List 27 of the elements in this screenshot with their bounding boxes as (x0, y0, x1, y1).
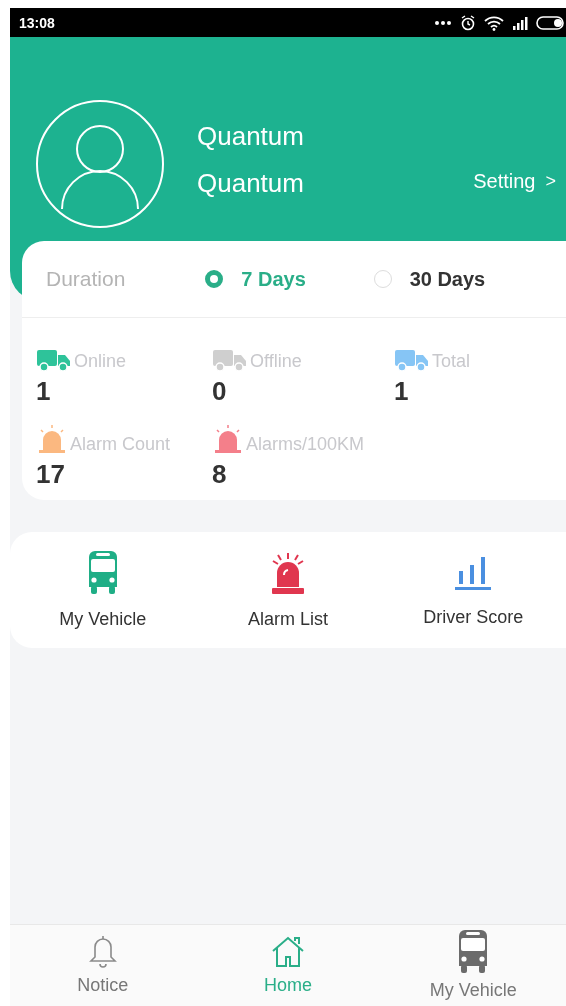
stat-value: 1 (394, 376, 410, 407)
home-icon (271, 935, 305, 969)
duration-radio[interactable]: 7 Days (205, 267, 374, 291)
setting-link[interactable]: Setting > (473, 167, 556, 195)
duration-label: Duration (46, 267, 127, 291)
bell-icon (87, 935, 118, 969)
shortcut-button[interactable]: Alarm List (195, 532, 381, 648)
avatar-icon (35, 99, 165, 229)
battery-icon (536, 14, 566, 31)
alarm-clock-icon (460, 14, 476, 31)
nav-tab[interactable]: My Vehicle (380, 925, 566, 1006)
stat-value: 1 (36, 376, 52, 407)
stat-value: 0 (212, 376, 228, 407)
nav-tab[interactable]: Home (195, 925, 381, 1006)
wifi-icon (484, 14, 504, 31)
more-icon (434, 19, 452, 26)
user-name: Quantum (197, 167, 304, 200)
stat-value: 17 (36, 459, 66, 490)
duration-radio[interactable]: 30 Days (373, 267, 542, 291)
nav-tab[interactable]: Notice (10, 925, 196, 1006)
stat-value: 8 (212, 459, 228, 490)
user-name: Quantum (197, 120, 304, 153)
signal-icon (512, 15, 528, 30)
chevron-icon: > (545, 170, 556, 192)
shortcut-button[interactable]: Driver Score (380, 532, 566, 648)
shortcut-button[interactable]: My Vehicle (10, 532, 196, 648)
clock-time: 13:08 (19, 14, 55, 31)
